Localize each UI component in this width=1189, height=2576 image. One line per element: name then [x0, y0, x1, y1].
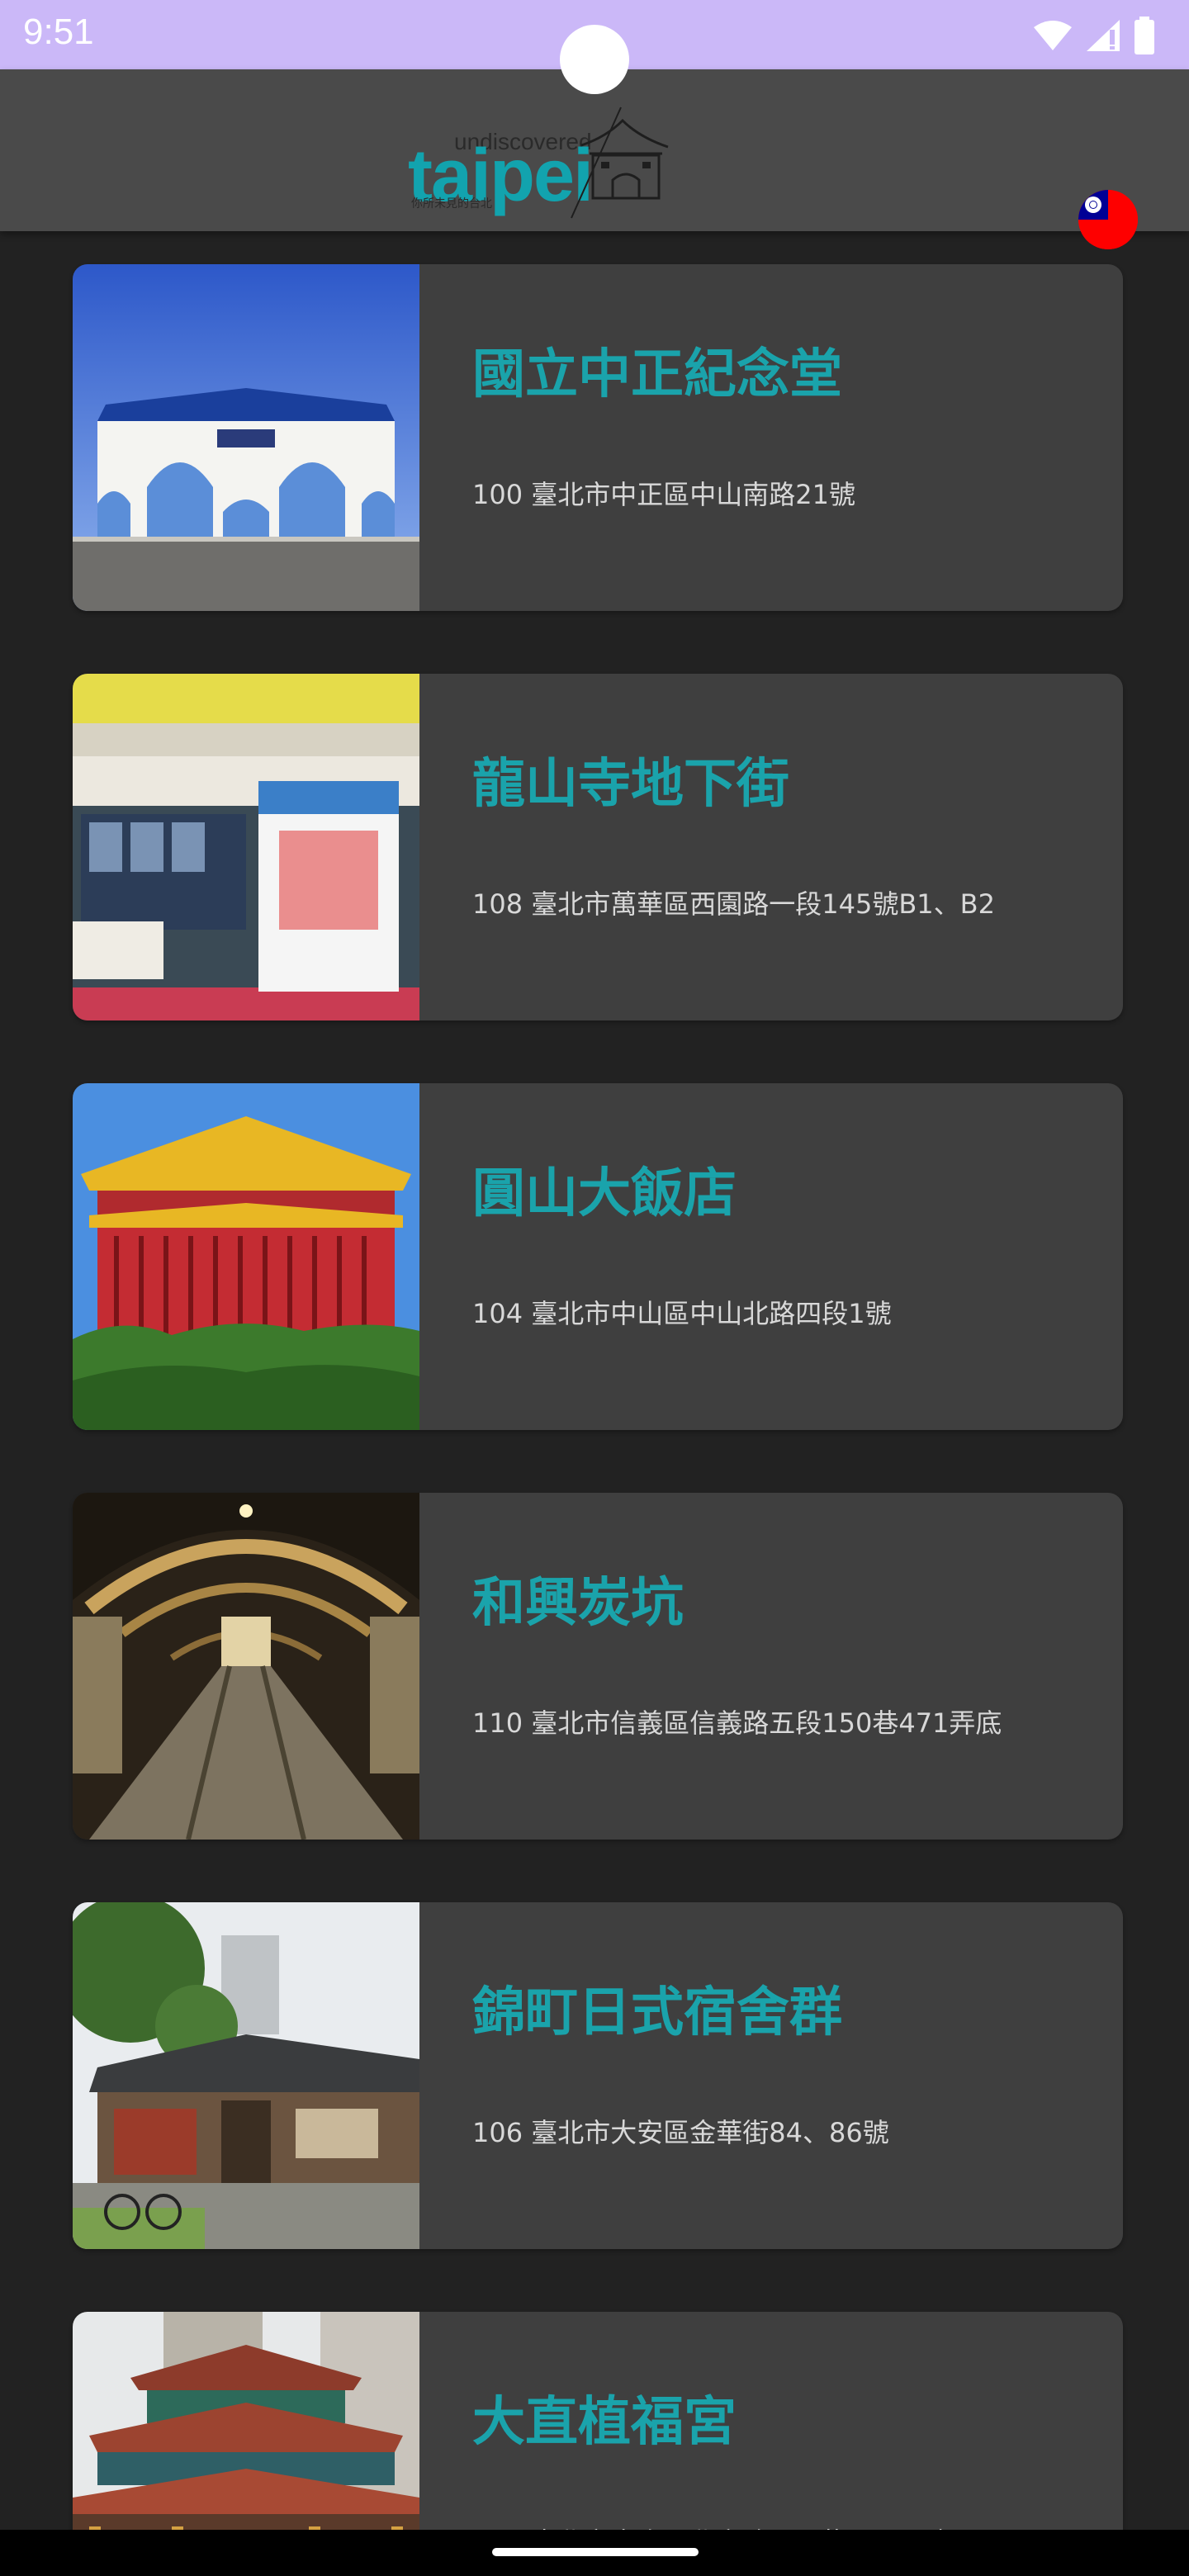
- language-flag-button[interactable]: [1078, 190, 1138, 249]
- wifi-icon: [1034, 21, 1072, 50]
- place-image: [73, 1493, 419, 1840]
- place-card[interactable]: 錦町日式宿舍群 106 臺北市大安區金華街84、86號: [73, 1902, 1123, 2249]
- home-gesture-handle[interactable]: [492, 2548, 699, 2556]
- place-card[interactable]: 圓山大飯店 104 臺北市中山區中山北路四段1號: [73, 1083, 1123, 1430]
- chiang-kai-shek-memorial-gate-photo: [73, 264, 419, 611]
- place-image: [73, 674, 419, 1020]
- place-name: 大直植福宮: [472, 2392, 737, 2453]
- place-card[interactable]: 龍山寺地下街 108 臺北市萬華區西園路一段145號B1、B2: [73, 674, 1123, 1020]
- status-icons: [1032, 15, 1156, 56]
- place-address: 110 臺北市信義區信義路五段150巷471弄底: [472, 1707, 1002, 1739]
- place-address: 100 臺北市中正區中山南路21號: [472, 479, 855, 510]
- taipei-gate-icon: [571, 107, 669, 219]
- place-name: 圓山大飯店: [472, 1163, 737, 1224]
- battery-icon: [1135, 17, 1154, 54]
- place-image: [73, 1902, 419, 2249]
- place-address: 106 臺北市大安區金華街84、86號: [472, 2117, 889, 2148]
- place-image: [73, 1083, 419, 1430]
- app-logo: undiscovered taipei 你所未見的台北: [408, 88, 680, 220]
- place-address: 104 臺北市中山區中山北路四段1號: [472, 1298, 892, 1329]
- place-name: 和興炭坑: [472, 1573, 684, 1634]
- coal-mine-tunnel-photo: [73, 1493, 419, 1840]
- place-name: 錦町日式宿舍群: [472, 1982, 842, 2043]
- camera-cutout: [560, 25, 629, 94]
- place-address: 108 臺北市萬華區西園路一段145號B1、B2: [472, 888, 995, 920]
- status-time: 9:51: [23, 12, 94, 52]
- signal-icon: [1087, 20, 1120, 51]
- grand-hotel-photo: [73, 1083, 419, 1430]
- place-name: 國立中正紀念堂: [472, 344, 842, 405]
- place-card[interactable]: 國立中正紀念堂 100 臺北市中正區中山南路21號: [73, 264, 1123, 611]
- place-image: [73, 264, 419, 611]
- place-card[interactable]: 和興炭坑 110 臺北市信義區信義路五段150巷471弄底: [73, 1493, 1123, 1840]
- longshan-underground-street-photo: [73, 674, 419, 1020]
- logo-tagline: 你所未見的台北: [411, 197, 492, 211]
- place-name: 龍山寺地下街: [472, 754, 789, 815]
- japanese-dormitory-photo: [73, 1902, 419, 2249]
- system-navigation-bar: [0, 2530, 1189, 2576]
- taiwan-flag-icon: [1078, 190, 1138, 249]
